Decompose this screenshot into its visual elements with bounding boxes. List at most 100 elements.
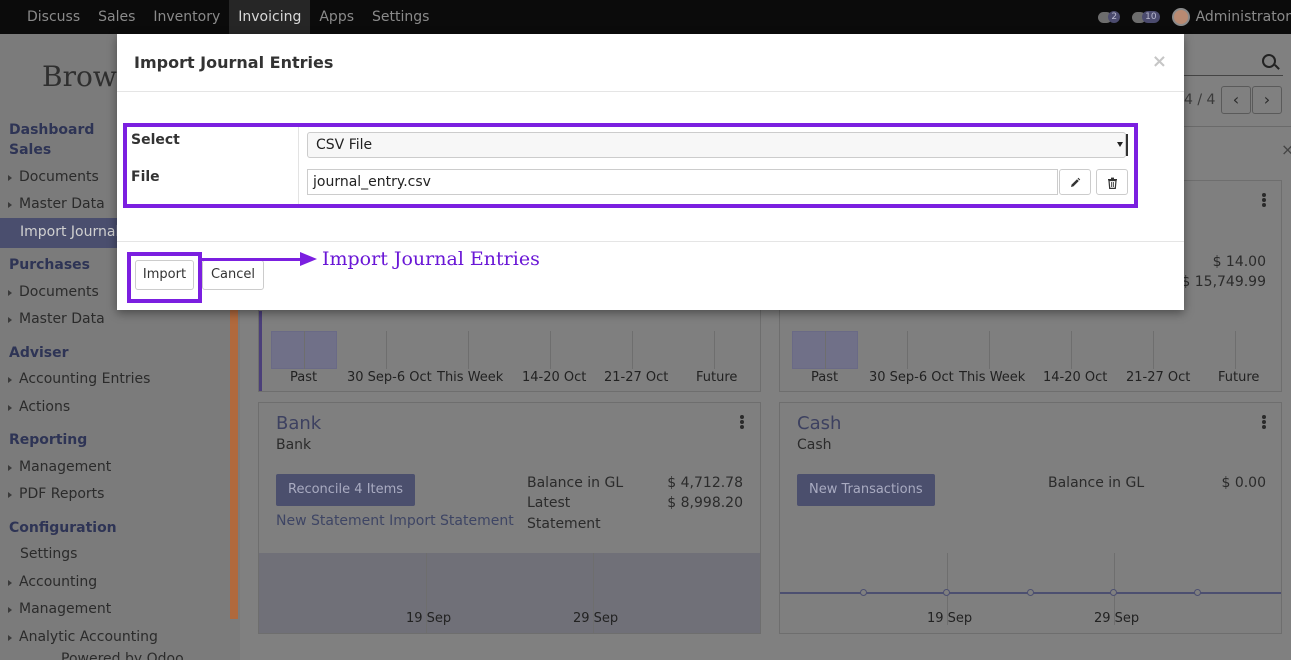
chat-badge: 2 <box>1108 11 1121 23</box>
close-icon[interactable]: × <box>1152 51 1167 72</box>
activity-icon[interactable]: 10 <box>1132 11 1160 23</box>
chat-icon[interactable]: 2 <box>1098 11 1121 23</box>
cash-card: Cash Cash New Transactions Balance in GL… <box>779 402 1282 634</box>
edit-file-button[interactable] <box>1059 169 1091 195</box>
pager-value: 4 / 4 <box>1184 92 1216 108</box>
chart-point <box>1027 589 1034 596</box>
new-statement-link[interactable]: New Statement Import Statement <box>276 513 514 529</box>
latest-value: $ 8,998.20 <box>667 495 743 511</box>
grid-line <box>714 331 715 369</box>
chevron-down-icon <box>1117 142 1123 147</box>
grid-line <box>468 331 469 369</box>
select-label: Select <box>131 132 180 148</box>
sidebar-item-pdf-reports[interactable]: PDF Reports <box>7 486 104 502</box>
sidebar-section-configuration[interactable]: Configuration <box>9 520 117 536</box>
reconcile-button[interactable]: Reconcile 4 Items <box>276 474 416 506</box>
chart-point <box>1194 589 1201 596</box>
x-label: 21-27 Oct <box>1126 370 1191 385</box>
latest-label: Latest <box>527 495 571 511</box>
menu-invoicing[interactable]: Invoicing <box>229 0 311 34</box>
arrow-right-icon <box>300 252 317 266</box>
kebab-menu-icon[interactable] <box>1262 415 1266 429</box>
x-label: 19 Sep <box>406 611 452 626</box>
grid-line <box>825 331 826 369</box>
user-name[interactable]: Administrator <box>1196 9 1291 25</box>
grid-line <box>907 331 908 369</box>
balance-value: $ 4,712.78 <box>667 475 743 491</box>
sidebar-section-sales[interactable]: Sales <box>9 142 51 158</box>
form-divider <box>298 127 299 204</box>
sidebar-section-reporting[interactable]: Reporting <box>9 432 87 448</box>
x-label: 29 Sep <box>1094 611 1140 626</box>
sidebar-section-dashboard[interactable]: Dashboard <box>9 122 94 138</box>
kebab-menu-icon[interactable] <box>1262 193 1266 207</box>
file-type-select[interactable]: CSV File <box>307 132 1128 158</box>
pager-next-button[interactable]: › <box>1252 86 1282 114</box>
grid-line <box>1071 331 1072 369</box>
menu-inventory[interactable]: Inventory <box>144 0 229 34</box>
sidebar-item-analytic-accounting[interactable]: Analytic Accounting <box>8 629 158 645</box>
x-label: 29 Sep <box>573 611 619 626</box>
sidebar-item-purchase-master-data[interactable]: Master Data <box>8 311 105 327</box>
chart-point <box>860 589 867 596</box>
scroll-accent <box>230 309 238 619</box>
statement-label: Statement <box>527 516 601 532</box>
chart-point <box>943 589 950 596</box>
x-label: 14-20 Oct <box>1043 370 1108 385</box>
select-value: CSV File <box>316 137 373 153</box>
sidebar-item-master-data[interactable]: Master Data <box>8 196 105 212</box>
grid-line <box>1235 331 1236 369</box>
sidebar-section-purchases[interactable]: Purchases <box>9 257 90 273</box>
menu-discuss[interactable]: Discuss <box>18 0 89 34</box>
balance-label: Balance in GL <box>527 475 624 491</box>
x-label: 19 Sep <box>927 611 973 626</box>
menu-apps[interactable]: Apps <box>310 0 363 34</box>
cash-card-title[interactable]: Cash <box>797 413 841 434</box>
balance-label: Balance in GL <box>1048 475 1145 491</box>
sidebar-item-actions[interactable]: Actions <box>7 399 70 415</box>
bank-card-subtitle: Bank <box>276 437 312 453</box>
trash-icon <box>1107 177 1117 189</box>
grid-line <box>632 331 633 369</box>
close-icon[interactable]: × <box>1281 140 1291 159</box>
x-label: 14-20 Oct <box>522 370 587 385</box>
grid-line <box>989 331 990 369</box>
sidebar-item-management[interactable]: Management <box>7 459 111 475</box>
sidebar-item-purchase-documents[interactable]: Documents <box>8 284 99 300</box>
delete-file-button[interactable] <box>1096 169 1128 195</box>
cancel-button[interactable]: Cancel <box>202 260 264 290</box>
x-label: Past <box>811 370 839 385</box>
sidebar-item-accounting[interactable]: Accounting <box>7 574 97 590</box>
bank-card-title[interactable]: Bank <box>276 413 321 434</box>
new-transactions-button[interactable]: New Transactions <box>797 474 935 506</box>
modal-title: Import Journal Entries <box>134 53 334 72</box>
kebab-menu-icon[interactable] <box>740 415 744 429</box>
app-menu: Discuss Sales Inventory Invoicing Apps S… <box>18 0 438 34</box>
menu-settings[interactable]: Settings <box>363 0 438 34</box>
balance-area-chart <box>259 553 760 633</box>
user-avatar[interactable] <box>1171 8 1190 26</box>
x-label: Future <box>696 370 738 385</box>
activity-badge: 10 <box>1142 11 1160 23</box>
sidebar-item-config-management[interactable]: Management <box>7 601 111 617</box>
sidebar-item-documents[interactable]: Documents <box>8 169 99 185</box>
sidebar-item-label: Import Journal <box>20 224 120 240</box>
sidebar-item-settings[interactable]: Settings <box>20 546 77 562</box>
grid-line <box>304 331 305 369</box>
file-field[interactable]: journal_entry.csv <box>307 169 1058 195</box>
sidebar-section-adviser[interactable]: Adviser <box>9 345 69 361</box>
import-modal: Import Journal Entries × Select CSV File… <box>117 34 1184 310</box>
bank-card: Bank Bank Reconcile 4 Items New Statemen… <box>258 402 761 634</box>
select-edge <box>1126 134 1128 156</box>
modal-header: Import Journal Entries × <box>117 34 1184 92</box>
sidebar-item-accounting-entries[interactable]: Accounting Entries <box>7 371 150 387</box>
search-icon[interactable] <box>1262 54 1276 68</box>
modal-footer-divider <box>117 241 1184 242</box>
x-label: Future <box>1218 370 1260 385</box>
import-button[interactable]: Import <box>135 260 194 290</box>
menu-sales[interactable]: Sales <box>89 0 144 34</box>
annotation-label: Import Journal Entries <box>322 248 540 270</box>
divider <box>1184 126 1291 127</box>
grid-line <box>386 331 387 369</box>
pager-prev-button[interactable]: ‹ <box>1221 86 1251 114</box>
